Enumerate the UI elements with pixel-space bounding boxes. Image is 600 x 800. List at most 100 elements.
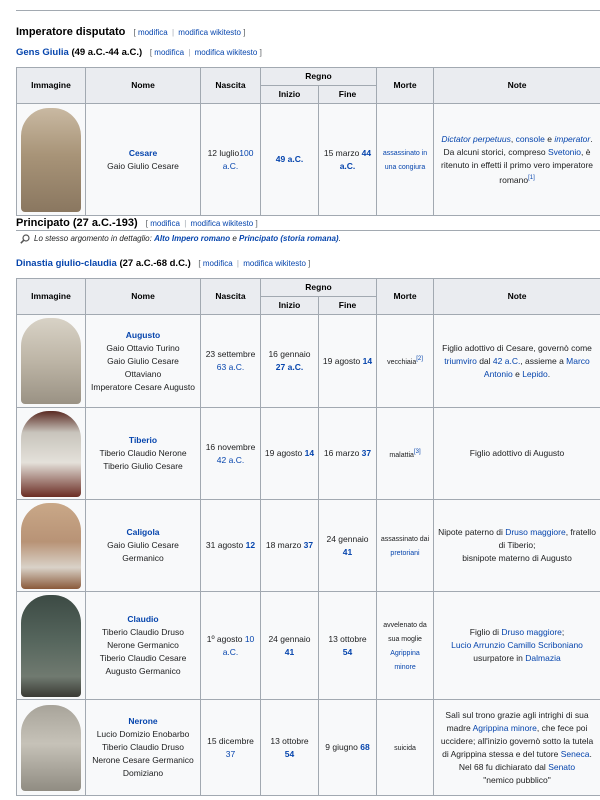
note-link[interactable]: Senato xyxy=(548,762,575,772)
col-inizio: Inizio xyxy=(260,296,319,315)
note-link[interactable]: Seneca xyxy=(561,749,590,759)
birth-year-link[interactable]: 63 a.C. xyxy=(217,362,244,372)
start-cell: 49 a.C. xyxy=(260,103,319,216)
death-link[interactable]: assassinato in una congiura xyxy=(383,150,427,171)
col-regno: Regno xyxy=(259,278,378,297)
bust-image-augusto[interactable] xyxy=(21,318,81,404)
heading-text: Imperatore disputato xyxy=(16,26,126,38)
start-year-link[interactable]: 41 xyxy=(285,647,294,657)
edit-links: [ modifica | modifica wikitesto ] xyxy=(198,259,311,268)
birth-day: 31 agosto xyxy=(205,540,244,550)
emperor-link-nerone[interactable]: Nerone xyxy=(128,716,157,726)
edit-link[interactable]: modifica xyxy=(150,219,180,228)
full-name: Gaio Giulio Cesare Germanico xyxy=(107,540,179,563)
name-cell: Tiberio Tiberio Claudio Nerone Tiberio G… xyxy=(85,407,201,500)
bust-image-tiberio[interactable] xyxy=(21,410,81,497)
end-day: 16 marzo xyxy=(323,448,360,458)
start-year-link[interactable]: 54 xyxy=(285,749,294,759)
note-link[interactable]: Lucio Arrunzio Camillo Scriboniano xyxy=(451,640,583,650)
reference[interactable]: [2] xyxy=(416,356,423,362)
note-text: e xyxy=(512,368,523,379)
bust-image-cesare[interactable] xyxy=(21,107,81,212)
birth-day: 1º agosto xyxy=(206,633,243,644)
note-link[interactable]: Lepido xyxy=(522,369,548,379)
dinastia-dates: (27 a.C.-68 d.C.) xyxy=(119,258,191,269)
note-text: . xyxy=(547,368,551,379)
table-cesare: Immagine Nome Nascita Regno Morte Note I… xyxy=(16,67,600,216)
table-row: Tiberio Tiberio Claudio Nerone Tiberio G… xyxy=(16,407,600,500)
start-year-link[interactable]: 37 xyxy=(304,540,313,550)
note-link[interactable]: 42 a.C. xyxy=(493,356,520,366)
end-year-link[interactable]: 37 xyxy=(362,448,371,458)
end-year-link[interactable]: 54 xyxy=(343,647,352,657)
full-name: Tiberio Giulio Cesare xyxy=(103,461,183,471)
reference[interactable]: [1] xyxy=(528,175,535,181)
start-year-link[interactable]: 49 a.C. xyxy=(276,154,303,164)
birth-year-link[interactable]: 42 a.C. xyxy=(217,455,244,465)
emperor-link-augusto[interactable]: Augusto xyxy=(126,330,160,340)
note-link[interactable]: triumviro xyxy=(444,356,477,366)
edit-wikitext-link[interactable]: modifica wikitesto xyxy=(243,259,306,268)
col-nome: Nome xyxy=(85,67,201,104)
reference[interactable]: [3] xyxy=(414,449,421,455)
end-cell: 13 ottobre 54 xyxy=(317,591,378,700)
end-year-link[interactable]: 68 xyxy=(360,742,369,752)
emperor-link-tiberio[interactable]: Tiberio xyxy=(129,435,157,445)
note-link[interactable]: Dictator perpetuus xyxy=(441,134,510,144)
hatnote: Lo stesso argomento in dettaglio: Alto I… xyxy=(20,234,341,244)
gens-name: Gens Giulia xyxy=(16,47,69,58)
end-year-link[interactable]: 14 xyxy=(363,356,372,366)
col-nome: Nome xyxy=(85,278,201,315)
note-link[interactable]: Druso maggiore xyxy=(505,527,565,537)
dinastia-name: Dinastia giulio-claudia xyxy=(16,258,117,269)
emperor-link-caligola[interactable]: Caligola xyxy=(126,527,159,537)
edit-link[interactable]: modifica xyxy=(154,48,184,57)
end-day: 13 ottobre xyxy=(328,633,367,644)
note-link[interactable]: Agrippina minore xyxy=(473,723,537,733)
full-name: Tiberio Claudio Nerone xyxy=(99,448,187,458)
birth-day: 23 settembre xyxy=(205,349,256,359)
death-cell: assassinato dai pretoriani xyxy=(376,499,435,592)
edit-wikitext-link[interactable]: modifica wikitesto xyxy=(195,48,258,57)
edit-wikitext-link[interactable]: modifica wikitesto xyxy=(178,28,241,37)
end-year-link[interactable]: 41 xyxy=(343,547,352,557)
table-row: Caligola Gaio Giulio Cesare Germanico 31… xyxy=(16,499,600,592)
table-row: Nerone Lucio Domizio Enobarbo Tiberio Cl… xyxy=(16,699,600,796)
death-link[interactable]: pretoriani xyxy=(390,550,419,557)
death-link[interactable]: Agrippina minore xyxy=(390,650,420,671)
start-year-link[interactable]: 14 xyxy=(305,448,314,458)
death-text: malattia xyxy=(389,451,414,459)
emperor-link-claudio[interactable]: Claudio xyxy=(127,614,158,624)
col-nascita: Nascita xyxy=(200,278,261,315)
section-heading-principato: Principato (27 a.C.-193) [ modifica | mo… xyxy=(16,217,258,229)
note-text: Nipote paterno di xyxy=(438,527,506,537)
name-cell: Caligola Gaio Giulio Cesare Germanico xyxy=(85,499,201,592)
bust-image-caligola[interactable] xyxy=(21,502,81,589)
full-name: Gaio Ottavio Turino xyxy=(106,342,180,353)
full-name: Tiberio Claudio Cesare Augusto Germanico xyxy=(99,653,187,676)
gens-heading: Gens Giulia (49 a.C.-44 a.C.) [ modifica… xyxy=(16,47,262,58)
note-text: Figlio adottivo di Cesare, governò come xyxy=(442,342,592,353)
note-link[interactable]: console xyxy=(516,134,545,144)
hatnote-link-principato[interactable]: Principato (storia romana) xyxy=(239,234,339,243)
edit-wikitext-link[interactable]: modifica wikitesto xyxy=(191,219,254,228)
birth-year-link[interactable]: 12 xyxy=(246,540,255,550)
birth-year-link[interactable]: 37 xyxy=(226,749,235,759)
edit-link[interactable]: modifica xyxy=(203,259,233,268)
start-year-link[interactable]: 27 a.C. xyxy=(276,362,303,372)
full-name: Gaio Giulio Cesare Ottaviano xyxy=(107,355,179,379)
note-link[interactable]: Dalmazia xyxy=(525,653,560,663)
hatnote-link-alto-impero[interactable]: Alto Impero romano xyxy=(154,234,230,243)
emperor-link-cesare[interactable]: Cesare xyxy=(129,148,157,158)
gens-dates: (49 a.C.-44 a.C.) xyxy=(71,47,143,58)
bust-image-claudio[interactable] xyxy=(21,594,81,697)
note-link[interactable]: Druso maggiore xyxy=(501,627,561,637)
image-cell xyxy=(16,699,86,796)
note-link[interactable]: imperator xyxy=(554,134,590,144)
edit-link[interactable]: modifica xyxy=(138,28,168,37)
col-fine: Fine xyxy=(317,85,378,104)
bust-image-nerone[interactable] xyxy=(21,704,81,791)
note-link[interactable]: Svetonio xyxy=(548,147,581,157)
end-cell: 15 marzo 44 a.C. xyxy=(317,103,378,216)
table-row: Augusto Gaio Ottavio Turino Gaio Giulio … xyxy=(16,314,600,408)
